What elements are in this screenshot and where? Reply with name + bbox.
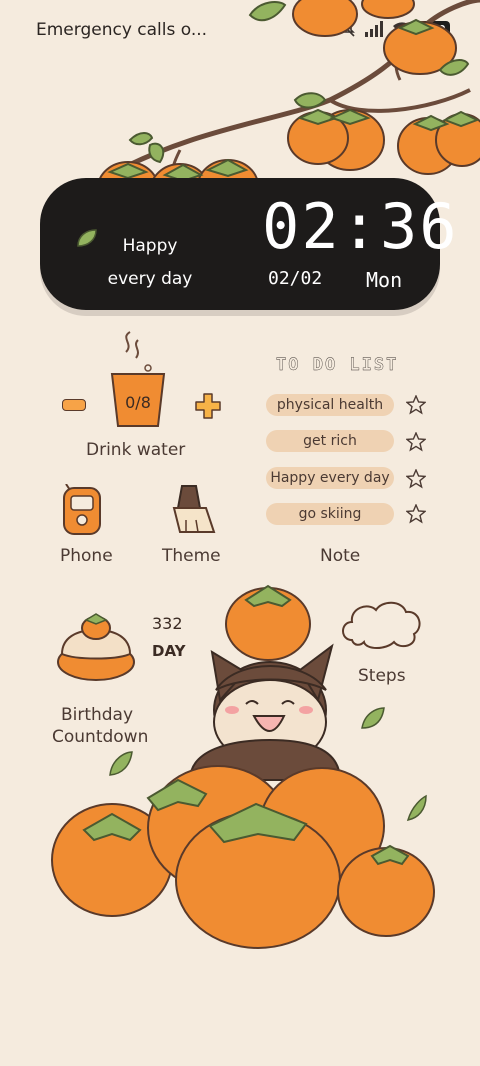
phone-app-label[interactable]: Phone [60,546,113,566]
star-icon[interactable] [406,469,426,489]
todo-title: TO DO LIST [276,355,399,375]
water-count: 0/8 [125,393,151,412]
clock-message-line1: Happy [122,236,178,256]
leaf-icon [77,229,97,247]
clock-message: Happy every day [100,230,200,296]
star-icon[interactable] [406,395,426,415]
persimmon-fruit [292,0,358,37]
todo-item[interactable]: get rich [266,430,394,452]
note-app-label[interactable]: Note [320,546,360,566]
water-plus-button[interactable] [194,392,222,420]
theme-app-label[interactable]: Theme [162,546,221,566]
theme-app-icon[interactable] [166,484,218,536]
clock-date: 02/02 [268,268,323,289]
drink-water-label: Drink water [86,440,186,460]
water-cup-icon[interactable] [108,330,168,430]
star-icon[interactable] [406,432,426,452]
star-icon[interactable] [406,504,426,524]
water-minus-button[interactable] [62,399,86,411]
persimmon-character-illustration [51,584,435,949]
clock-weekday: Mon [366,268,403,292]
todo-item[interactable]: physical health [266,394,394,416]
phone-app-icon[interactable] [60,484,104,536]
todo-item[interactable]: go skiing [266,503,394,525]
clock-message-line2: every day [107,269,193,289]
todo-item[interactable]: Happy every day [266,467,394,489]
clock-time: 02:36 [262,190,459,263]
